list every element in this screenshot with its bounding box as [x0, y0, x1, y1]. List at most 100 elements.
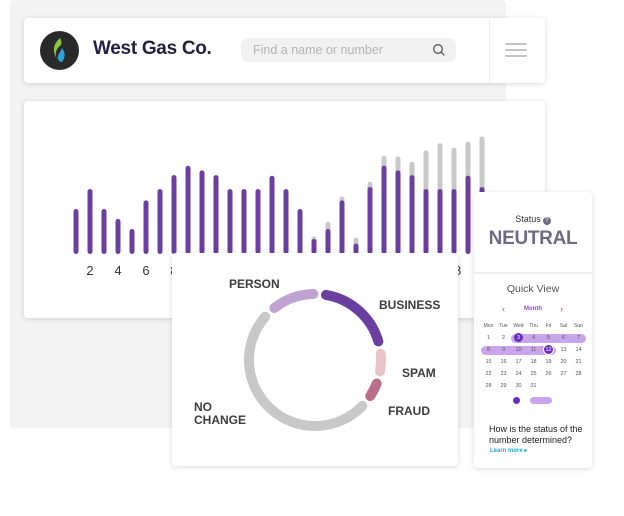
calendar-day[interactable]: 21 [571, 357, 586, 369]
hamburger-menu-icon[interactable] [505, 43, 527, 58]
donut-segment-business [321, 289, 384, 347]
search-input[interactable] [241, 38, 456, 62]
calendar-day[interactable]: 11 [526, 345, 541, 357]
donut-chart [244, 289, 386, 431]
status-question: How is the status of the number determin… [489, 424, 583, 445]
bar-5-series-0 [129, 229, 135, 254]
calendar-day[interactable]: 22 [481, 369, 496, 381]
legend-range [530, 397, 552, 404]
calendar-day[interactable]: 18 [526, 357, 541, 369]
calendar-day[interactable]: 16 [496, 357, 511, 369]
brand-name: West Gas Co. [93, 38, 212, 59]
bar-3-series-0 [101, 209, 107, 254]
calendar-day[interactable]: 27 [556, 369, 571, 381]
bar-10-series-0 [199, 170, 205, 254]
donut-label-no-change: NO CHANGE [194, 400, 247, 427]
calendar-day[interactable]: 3 [511, 333, 526, 345]
calendar-day[interactable]: 24 [511, 369, 526, 381]
bar-25-series-0 [409, 175, 415, 254]
donut-label-fraud: FRAUD [388, 404, 430, 418]
calendar-day[interactable]: 17 [511, 357, 526, 369]
bar-18-series-0 [311, 239, 317, 254]
bar-15-series-0 [269, 175, 275, 254]
calendar-day[interactable]: 30 [511, 381, 526, 393]
calendar-day[interactable]: 26 [541, 369, 556, 381]
donut-label-business: BUSINESS [379, 298, 441, 312]
calendar-day[interactable] [556, 381, 571, 393]
weekday-label: Sat [559, 323, 568, 329]
calendar-day[interactable] [541, 381, 556, 393]
weekday-label: Wed [513, 323, 524, 329]
calendar-week: 15 16 17 18 19 20 21 [481, 357, 586, 369]
calendar-day[interactable]: 14 [571, 345, 586, 357]
search-icon[interactable] [432, 43, 446, 57]
next-month-icon[interactable]: › [560, 304, 563, 314]
weekday-label: Thu [529, 323, 538, 329]
calendar-day[interactable]: 20 [556, 357, 571, 369]
donut-segment-no-change [244, 311, 368, 431]
bar-9-series-0 [185, 165, 191, 254]
bar-2-series-0 [87, 189, 93, 254]
bar-7-series-0 [157, 189, 163, 254]
calendar-day[interactable]: 29 [496, 381, 511, 393]
legend-selected-day [513, 397, 520, 404]
donut-chart-card: PERSON BUSINESS SPAM FRAUD NO CHANGE [172, 253, 458, 466]
calendar-day[interactable]: 28 [571, 369, 586, 381]
calendar-day[interactable]: 12 [541, 345, 556, 357]
header-divider [489, 18, 490, 83]
calendar-day[interactable]: 1 [481, 333, 496, 345]
bar-22-series-0 [367, 187, 373, 254]
calendar-day[interactable] [571, 381, 586, 393]
calendar-day[interactable]: 6 [556, 333, 571, 345]
calendar-week: 28 29 30 31 [481, 381, 586, 393]
bar-11-series-0 [213, 175, 219, 254]
bar-29-series-0 [465, 175, 471, 254]
bar-6-series-0 [143, 200, 149, 254]
calendar-week: 8 9 10 11 12 13 14 [481, 345, 586, 357]
status-divider [474, 272, 592, 274]
weekday-label: Sun [574, 323, 583, 329]
bar-19-series-0 [325, 229, 331, 254]
bar-26-series-0 [423, 189, 429, 254]
donut-label-spam: SPAM [402, 366, 436, 380]
weekday-label: Mon [483, 323, 494, 329]
calendar-week: 22 23 24 25 26 27 28 [481, 369, 586, 381]
status-label: Status? [474, 214, 592, 225]
status-card: Status? NEUTRAL Quick View ‹ Month › Mon… [474, 192, 592, 468]
calendar-day[interactable]: 7 [571, 333, 586, 345]
donut-segment-fraud [365, 378, 382, 402]
learn-more-link[interactable]: Learn more ▸ [490, 447, 527, 454]
calendar-day[interactable]: 4 [526, 333, 541, 345]
calendar-day[interactable]: 25 [526, 369, 541, 381]
bar-14-series-0 [255, 189, 261, 254]
bar-8-series-0 [171, 175, 177, 254]
calendar-day[interactable]: 9 [496, 345, 511, 357]
calendar-day[interactable]: 13 [556, 345, 571, 357]
calendar-day[interactable]: 19 [541, 357, 556, 369]
month-label[interactable]: Month [474, 306, 592, 312]
x-tick-label: 6 [142, 263, 149, 278]
bar-20-series-0 [339, 200, 345, 254]
calendar-day[interactable]: 31 [526, 381, 541, 393]
bar-13-series-0 [241, 189, 247, 254]
bar-16-series-0 [283, 189, 289, 254]
calendar-day[interactable]: 8 [481, 345, 496, 357]
flame-logo [40, 31, 79, 70]
calendar-day[interactable]: 2 [496, 333, 511, 345]
calendar: Mon Tue Wed Thu Fri Sat Sun 1 2 3 4 5 6 7 8 9 10 11 12 13 14… [481, 321, 586, 393]
calendar-day[interactable]: 28 [481, 381, 496, 393]
help-icon[interactable]: ? [542, 217, 551, 225]
calendar-day[interactable]: 10 [511, 345, 526, 357]
status-value: NEUTRAL [488, 228, 578, 249]
weekday-label: Tue [499, 323, 508, 329]
donut-segment-spam [375, 348, 386, 377]
calendar-day[interactable]: 5 [541, 333, 556, 345]
quick-view-title: Quick View [506, 283, 560, 295]
bar-24-series-0 [395, 170, 401, 254]
weekday-header: Mon Tue Wed Thu Fri Sat Sun [481, 321, 586, 333]
bar-4-series-0 [115, 219, 121, 254]
calendar-day[interactable]: 15 [481, 357, 496, 369]
weekday-label: Fri [545, 323, 552, 329]
calendar-day[interactable]: 23 [496, 369, 511, 381]
bar-1-series-0 [73, 209, 79, 254]
